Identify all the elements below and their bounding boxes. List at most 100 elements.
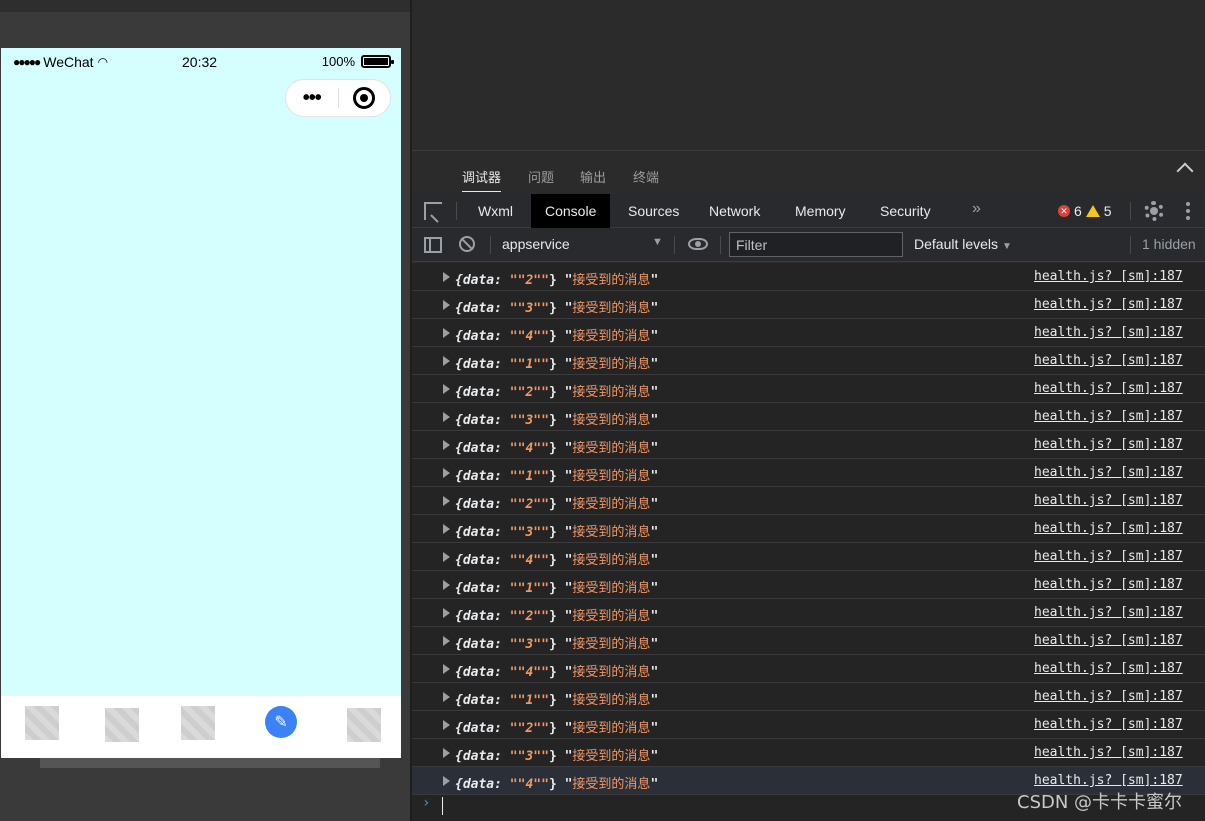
log-row[interactable]: {data: ""2""} "接受到的消息" health.js? [sm]:18… [412,375,1205,403]
expand-caret-icon[interactable] [443,664,450,674]
expand-caret-icon[interactable] [443,496,450,506]
log-source-link[interactable]: health.js? [sm]:187 [1034,661,1183,676]
collapse-icon[interactable] [1176,162,1194,180]
log-row[interactable]: {data: ""3""} "接受到的消息" health.js? [sm]:18… [412,739,1205,767]
more-tabs-icon[interactable]: » [972,200,981,218]
log-object[interactable]: {data: ""3""} "接受到的消息" [455,297,658,316]
tab-output[interactable]: 输出 [580,167,606,186]
expand-caret-icon[interactable] [443,636,450,646]
sidebar-toggle-icon[interactable] [424,237,442,253]
log-source-link[interactable]: health.js? [sm]:187 [1034,773,1183,788]
close-miniprogram-button[interactable] [338,87,390,109]
log-source-link[interactable]: health.js? [sm]:187 [1034,437,1183,452]
log-object[interactable]: {data: ""3""} "接受到的消息" [455,521,658,540]
log-row[interactable]: {data: ""1""} "接受到的消息" health.js? [sm]:18… [412,571,1205,599]
expand-caret-icon[interactable] [443,384,450,394]
expand-caret-icon[interactable] [443,552,450,562]
log-source-link[interactable]: health.js? [sm]:187 [1034,381,1183,396]
log-row[interactable]: {data: ""2""} "接受到的消息" health.js? [sm]:18… [412,599,1205,627]
expand-caret-icon[interactable] [443,720,450,730]
log-object[interactable]: {data: ""4""} "接受到的消息" [455,549,658,568]
log-source-link[interactable]: health.js? [sm]:187 [1034,577,1183,592]
log-row[interactable]: {data: ""2""} "接受到的消息" health.js? [sm]:18… [412,263,1205,291]
eye-icon[interactable] [688,238,708,250]
log-source-link[interactable]: health.js? [sm]:187 [1034,689,1183,704]
log-source-link[interactable]: health.js? [sm]:187 [1034,633,1183,648]
expand-caret-icon[interactable] [443,300,450,310]
log-object[interactable]: {data: ""2""} "接受到的消息" [455,381,658,400]
log-source-link[interactable]: health.js? [sm]:187 [1034,521,1183,536]
log-object[interactable]: {data: ""1""} "接受到的消息" [455,465,658,484]
expand-caret-icon[interactable] [443,524,450,534]
inspect-icon[interactable] [424,202,442,220]
log-object[interactable]: {data: ""3""} "接受到的消息" [455,633,658,652]
more-button[interactable]: ••• [286,87,338,110]
log-source-link[interactable]: health.js? [sm]:187 [1034,325,1183,340]
expand-caret-icon[interactable] [443,328,450,338]
log-levels-select[interactable]: Default levels ▼ [914,236,1012,252]
tab-console[interactable]: Console [531,194,611,228]
expand-caret-icon[interactable] [443,776,450,786]
log-object[interactable]: {data: ""1""} "接受到的消息" [455,353,658,372]
console-input[interactable] [442,797,443,815]
log-row[interactable]: {data: ""4""} "接受到的消息" health.js? [sm]:18… [412,431,1205,459]
tab-sources[interactable]: Sources [614,194,693,228]
expand-caret-icon[interactable] [443,356,450,366]
log-object[interactable]: {data: ""1""} "接受到的消息" [455,577,658,596]
log-row[interactable]: {data: ""3""} "接受到的消息" health.js? [sm]:18… [412,515,1205,543]
log-row[interactable]: {data: ""1""} "接受到的消息" health.js? [sm]:18… [412,683,1205,711]
chevron-down-icon[interactable]: ▼ [652,236,663,248]
log-source-link[interactable]: health.js? [sm]:187 [1034,717,1183,732]
expand-caret-icon[interactable] [443,272,450,282]
log-object[interactable]: {data: ""1""} "接受到的消息" [455,689,658,708]
tab-item-5[interactable] [347,708,381,742]
log-source-link[interactable]: health.js? [sm]:187 [1034,297,1183,312]
expand-caret-icon[interactable] [443,580,450,590]
log-object[interactable]: {data: ""2""} "接受到的消息" [455,717,658,736]
tab-network[interactable]: Network [695,194,774,228]
log-row[interactable]: {data: ""1""} "接受到的消息" health.js? [sm]:18… [412,459,1205,487]
tab-item-2[interactable] [105,708,139,742]
expand-caret-icon[interactable] [443,748,450,758]
log-source-link[interactable]: health.js? [sm]:187 [1034,269,1183,284]
log-row[interactable]: {data: ""3""} "接受到的消息" health.js? [sm]:18… [412,627,1205,655]
expand-caret-icon[interactable] [443,608,450,618]
log-source-link[interactable]: health.js? [sm]:187 [1034,353,1183,368]
log-row[interactable]: {data: ""4""} "接受到的消息" health.js? [sm]:18… [412,543,1205,571]
expand-caret-icon[interactable] [443,440,450,450]
log-object[interactable]: {data: ""4""} "接受到的消息" [455,437,658,456]
tab-wxml[interactable]: Wxml [464,194,527,228]
expand-caret-icon[interactable] [443,692,450,702]
log-row[interactable]: {data: ""4""} "接受到的消息" health.js? [sm]:18… [412,319,1205,347]
tab-item-1[interactable] [25,706,59,740]
expand-caret-icon[interactable] [443,412,450,422]
log-row[interactable]: {data: ""2""} "接受到的消息" health.js? [sm]:18… [412,711,1205,739]
log-object[interactable]: {data: ""4""} "接受到的消息" [455,773,658,792]
log-object[interactable]: {data: ""4""} "接受到的消息" [455,661,658,680]
log-source-link[interactable]: health.js? [sm]:187 [1034,465,1183,480]
kebab-menu-icon[interactable] [1186,202,1190,220]
clear-console-icon[interactable] [459,236,475,252]
log-row[interactable]: {data: ""4""} "接受到的消息" health.js? [sm]:18… [412,655,1205,683]
tab-terminal[interactable]: 终端 [633,167,659,186]
context-select[interactable]: appservice [502,236,570,252]
tab-item-3[interactable] [181,706,215,740]
log-source-link[interactable]: health.js? [sm]:187 [1034,549,1183,564]
tab-security[interactable]: Security [866,194,945,228]
tab-item-edit[interactable]: ✎ [265,706,297,738]
log-object[interactable]: {data: ""2""} "接受到的消息" [455,269,658,288]
log-row[interactable]: {data: ""3""} "接受到的消息" health.js? [sm]:18… [412,403,1205,431]
log-object[interactable]: {data: ""3""} "接受到的消息" [455,409,658,428]
log-source-link[interactable]: health.js? [sm]:187 [1034,409,1183,424]
filter-input[interactable] [729,232,903,257]
tab-debugger[interactable]: 调试器 [462,167,502,192]
log-object[interactable]: {data: ""4""} "接受到的消息" [455,325,658,344]
log-object[interactable]: {data: ""2""} "接受到的消息" [455,605,658,624]
log-source-link[interactable]: health.js? [sm]:187 [1034,493,1183,508]
log-source-link[interactable]: health.js? [sm]:187 [1034,605,1183,620]
log-row[interactable]: {data: ""3""} "接受到的消息" health.js? [sm]:18… [412,291,1205,319]
log-row[interactable]: {data: ""1""} "接受到的消息" health.js? [sm]:18… [412,347,1205,375]
tab-problems[interactable]: 问题 [528,167,554,186]
log-object[interactable]: {data: ""3""} "接受到的消息" [455,745,658,764]
gear-icon[interactable] [1144,201,1164,221]
